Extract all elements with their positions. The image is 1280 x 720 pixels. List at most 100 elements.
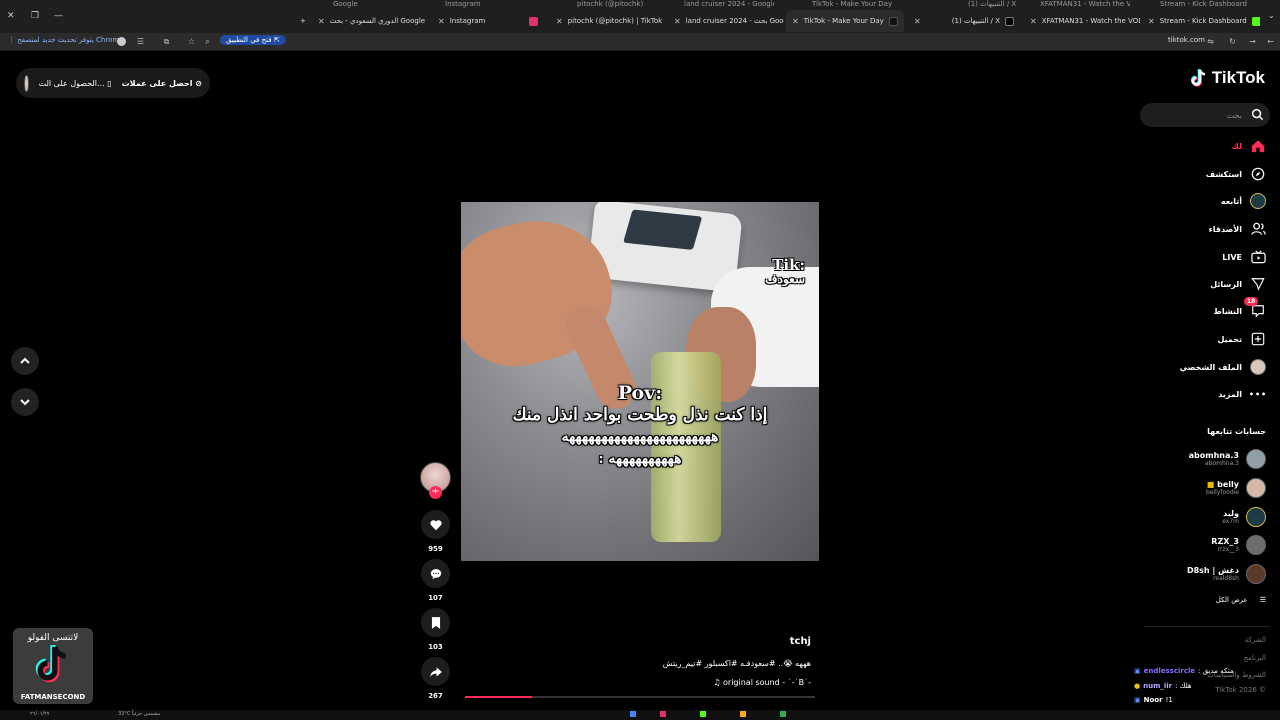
nav-messages[interactable]: الرسائل bbox=[1210, 274, 1266, 294]
faded-tab: Instagram bbox=[445, 0, 481, 8]
minimize-window-icon[interactable]: — bbox=[54, 11, 63, 21]
more-icon: ••• bbox=[1248, 389, 1268, 399]
nav-label: المزيد bbox=[1218, 389, 1242, 399]
url-text[interactable]: tiktok.com bbox=[1168, 36, 1205, 44]
reading-list-icon[interactable]: ☰ bbox=[136, 37, 145, 46]
creator-username[interactable]: tchj bbox=[790, 636, 811, 647]
nav-following[interactable]: أتابعه bbox=[1221, 191, 1266, 211]
close-window-icon[interactable]: ✕ bbox=[7, 11, 15, 21]
close-tab-icon[interactable]: ✕ bbox=[1030, 17, 1037, 26]
following-account[interactable]: ■ belly bellyfoodie bbox=[1206, 478, 1266, 498]
home-icon bbox=[1250, 138, 1266, 154]
taskbar-app-icon[interactable] bbox=[660, 711, 666, 717]
like-count: 959 bbox=[428, 545, 443, 553]
live-icon bbox=[1250, 249, 1266, 265]
avatar bbox=[1246, 449, 1266, 469]
chat-message: ▣ endlesscircle : متكه مديق bbox=[1134, 667, 1234, 675]
search-icon[interactable] bbox=[1251, 108, 1264, 123]
nav-friends[interactable]: الأصدقاء bbox=[1209, 219, 1266, 239]
tab-search-icon[interactable]: ⌄ bbox=[1268, 11, 1275, 20]
avatar bbox=[1246, 535, 1266, 555]
browser-tab[interactable]: ✕ pitochk (@pitochk) | TikTok bbox=[550, 10, 664, 32]
account-name: RZX_3 bbox=[1211, 537, 1239, 546]
faded-tab: land cruiser 2024 - Google bbox=[684, 0, 774, 8]
list-icon: ☰ bbox=[1259, 596, 1266, 604]
browser-tab[interactable]: ✕ XFATMAN31 - Watch the VOD bbox=[1024, 10, 1140, 32]
taskbar-app-icon[interactable] bbox=[630, 711, 636, 717]
next-video-button[interactable] bbox=[11, 388, 39, 416]
video-watermark: Tik: سعودف bbox=[765, 258, 805, 287]
close-tab-icon[interactable]: ✕ bbox=[1148, 17, 1155, 26]
close-tab-icon[interactable]: ✕ bbox=[438, 17, 445, 26]
sound-link[interactable]: ♫ original sound - ˙-˙B˙- bbox=[713, 678, 811, 687]
profile-icon[interactable] bbox=[117, 37, 126, 46]
taskbar-date: ٢٦/٠١/٢٧ bbox=[30, 711, 50, 717]
browser-tab[interactable]: ✕ (1) التنبيهات / X bbox=[908, 10, 1020, 32]
close-tab-icon[interactable]: ✕ bbox=[674, 17, 681, 26]
friends-icon bbox=[1250, 221, 1266, 237]
chevron-up-icon bbox=[20, 357, 30, 364]
video-progress-bar[interactable] bbox=[465, 696, 815, 698]
chat-user: num_iir bbox=[1143, 682, 1173, 690]
nav-activity[interactable]: النشاط 18 bbox=[1214, 297, 1266, 321]
new-tab-button[interactable]: + bbox=[294, 10, 308, 32]
nav-more[interactable]: المزيد ••• bbox=[1218, 384, 1266, 404]
browser-tab[interactable]: ✕ land cruiser 2024 - بحث Google bbox=[668, 10, 784, 32]
browser-tab[interactable]: ✕ Instagram bbox=[432, 10, 544, 32]
avatar[interactable] bbox=[24, 74, 29, 92]
bookmark-star-icon[interactable]: ☆ bbox=[187, 37, 196, 46]
browser-tab-active[interactable]: ✕ TikTok - Make Your Day bbox=[786, 10, 904, 32]
browser-tab[interactable]: ✕ الدوري السعودي - بحث Google bbox=[312, 10, 430, 32]
back-icon[interactable]: ← bbox=[1266, 37, 1275, 46]
tiktok-logo[interactable]: TikTok bbox=[1190, 68, 1265, 88]
nav-profile[interactable]: الملف الشخصي bbox=[1180, 357, 1266, 377]
follow-plus-icon[interactable]: + bbox=[429, 486, 442, 499]
reload-icon[interactable]: ↻ bbox=[1228, 37, 1237, 46]
following-account[interactable]: RZX_3 rrzx__3 bbox=[1211, 535, 1266, 555]
like-button[interactable]: 959 bbox=[421, 510, 450, 553]
video-player[interactable]: Tik: سعودف Pov: إذا كنت نذل وطحت بواحد ا… bbox=[461, 202, 819, 561]
video-caption: Pov: إذا كنت نذل وطحت بواحد انذل منك ههه… bbox=[461, 382, 819, 470]
nav-live[interactable]: LIVE bbox=[1222, 247, 1266, 267]
taskbar-app-icon[interactable] bbox=[740, 711, 746, 717]
close-tab-icon[interactable]: ✕ bbox=[792, 17, 799, 26]
search-input[interactable]: بحث bbox=[1140, 103, 1270, 127]
save-button[interactable]: 103 bbox=[421, 608, 450, 651]
forward-icon[interactable]: → bbox=[1248, 37, 1257, 46]
following-account[interactable]: abomhna.3 abomhna.3 bbox=[1189, 449, 1266, 469]
zoom-icon[interactable]: ⌕ bbox=[203, 37, 212, 46]
close-tab-icon[interactable]: ✕ bbox=[556, 17, 563, 26]
close-tab-icon[interactable]: ✕ bbox=[914, 17, 921, 26]
profile-icon bbox=[1250, 359, 1266, 375]
get-app-button[interactable]: الحصول على الت... ▯ bbox=[39, 79, 112, 88]
restore-window-icon[interactable]: ❐ bbox=[31, 11, 39, 21]
nav-label: استكشف bbox=[1205, 169, 1242, 179]
footer-link[interactable]: البرنامج bbox=[1244, 654, 1266, 662]
get-coins-button[interactable]: احصل على عملات ⊘ bbox=[122, 79, 202, 88]
close-tab-icon[interactable]: ✕ bbox=[318, 17, 325, 26]
footer-link[interactable]: الشركة bbox=[1245, 636, 1266, 644]
share-button[interactable]: 267 bbox=[421, 657, 450, 700]
following-account[interactable]: D8sh | دغش reald8sh bbox=[1187, 564, 1266, 584]
comment-button[interactable]: 107 bbox=[421, 559, 450, 602]
account-handle: abomhna.3 bbox=[1204, 460, 1239, 467]
update-notice[interactable]: ⋮ يتوفر تحديث جديد لمتصفح Chrome bbox=[8, 36, 124, 44]
see-all-button[interactable]: عرض الكل ☰ bbox=[1216, 596, 1266, 604]
previous-video-button[interactable] bbox=[11, 347, 39, 375]
nav-for-you[interactable]: لك bbox=[1232, 136, 1266, 156]
tiktok-page: الحصول على الت... ▯ احصل على عملات ⊘ Tik… bbox=[0, 52, 1280, 710]
site-settings-icon[interactable]: ⇋ bbox=[1206, 37, 1215, 46]
address-bar: ⋮ يتوفر تحديث جديد لمتصفح Chrome ☰ ⧉ ☆ ⌕… bbox=[0, 33, 1280, 51]
caption-line: Pov: bbox=[617, 382, 663, 404]
taskbar-app-icon[interactable] bbox=[700, 711, 706, 717]
chat-text: !1 bbox=[1165, 696, 1173, 704]
open-in-app-button[interactable]: فتح في التطبيق ⇱ bbox=[220, 35, 286, 45]
browser-tab[interactable]: ✕ Stream - Kick Dashboard bbox=[1142, 10, 1260, 32]
taskbar-app-icon[interactable] bbox=[780, 711, 786, 717]
overlay-channel: FATMANSECOND bbox=[20, 693, 86, 701]
nav-label: لك bbox=[1231, 141, 1242, 151]
nav-upload[interactable]: تحميل bbox=[1217, 329, 1266, 349]
extensions-icon[interactable]: ⧉ bbox=[162, 37, 171, 46]
nav-explore[interactable]: استكشف bbox=[1206, 164, 1266, 184]
following-account[interactable]: وليد ex7m bbox=[1222, 507, 1266, 527]
